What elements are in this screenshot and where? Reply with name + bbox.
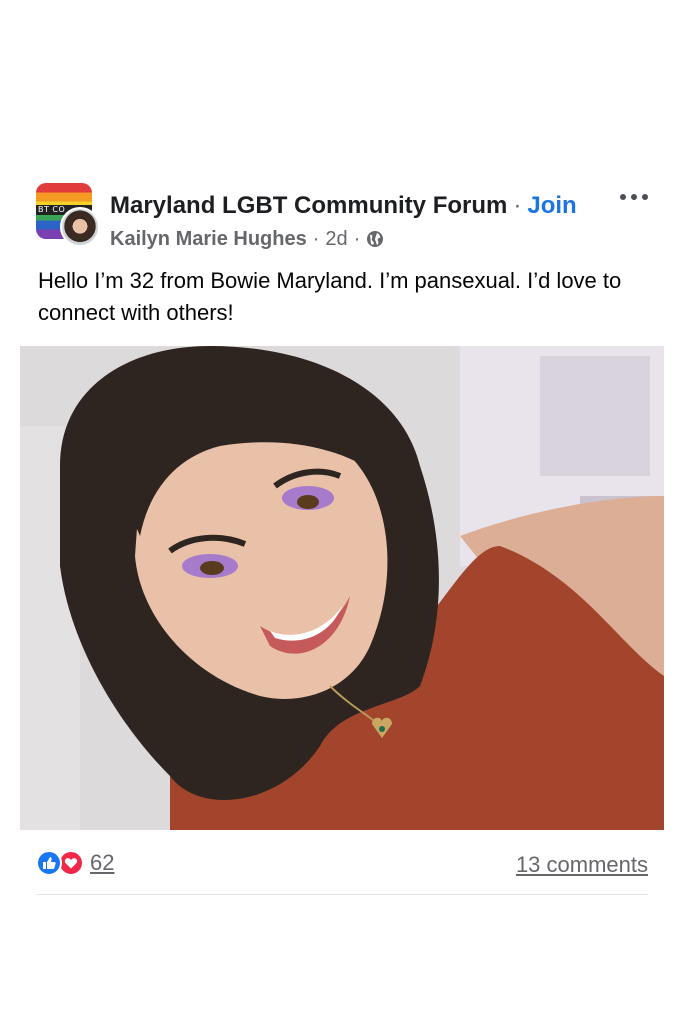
group-name-link[interactable]: Maryland LGBT Community Forum	[110, 192, 507, 219]
post-meta: Kailyn Marie Hughes · 2d ·	[110, 227, 384, 251]
separator: ·	[312, 228, 320, 250]
author-name[interactable]: Kailyn Marie Hughes	[110, 227, 307, 251]
globe-icon	[366, 230, 384, 248]
separator: ·	[353, 228, 361, 250]
divider	[36, 894, 648, 895]
post-header: BT CO Maryland LGBT Community Forum · Join…	[36, 183, 656, 253]
post-photo[interactable]	[20, 346, 664, 830]
reactions-summary[interactable]: 62	[36, 850, 114, 876]
like-icon	[36, 850, 62, 876]
post-time[interactable]: 2d	[325, 227, 347, 251]
author-avatar[interactable]	[60, 207, 100, 247]
more-options-icon[interactable]	[620, 191, 648, 203]
reaction-count[interactable]: 62	[90, 850, 114, 876]
post-footer: 62 13 comments	[36, 848, 648, 884]
join-button[interactable]: Join	[527, 192, 576, 219]
comments-link[interactable]: 13 comments	[516, 852, 648, 878]
post-text: Hello I’m 32 from Bowie Maryland. I’m pa…	[38, 268, 622, 325]
separator: ·	[513, 192, 522, 219]
group-post: BT CO Maryland LGBT Community Forum · Join…	[0, 0, 683, 1024]
group-name-line: Maryland LGBT Community Forum · Join	[110, 192, 577, 220]
